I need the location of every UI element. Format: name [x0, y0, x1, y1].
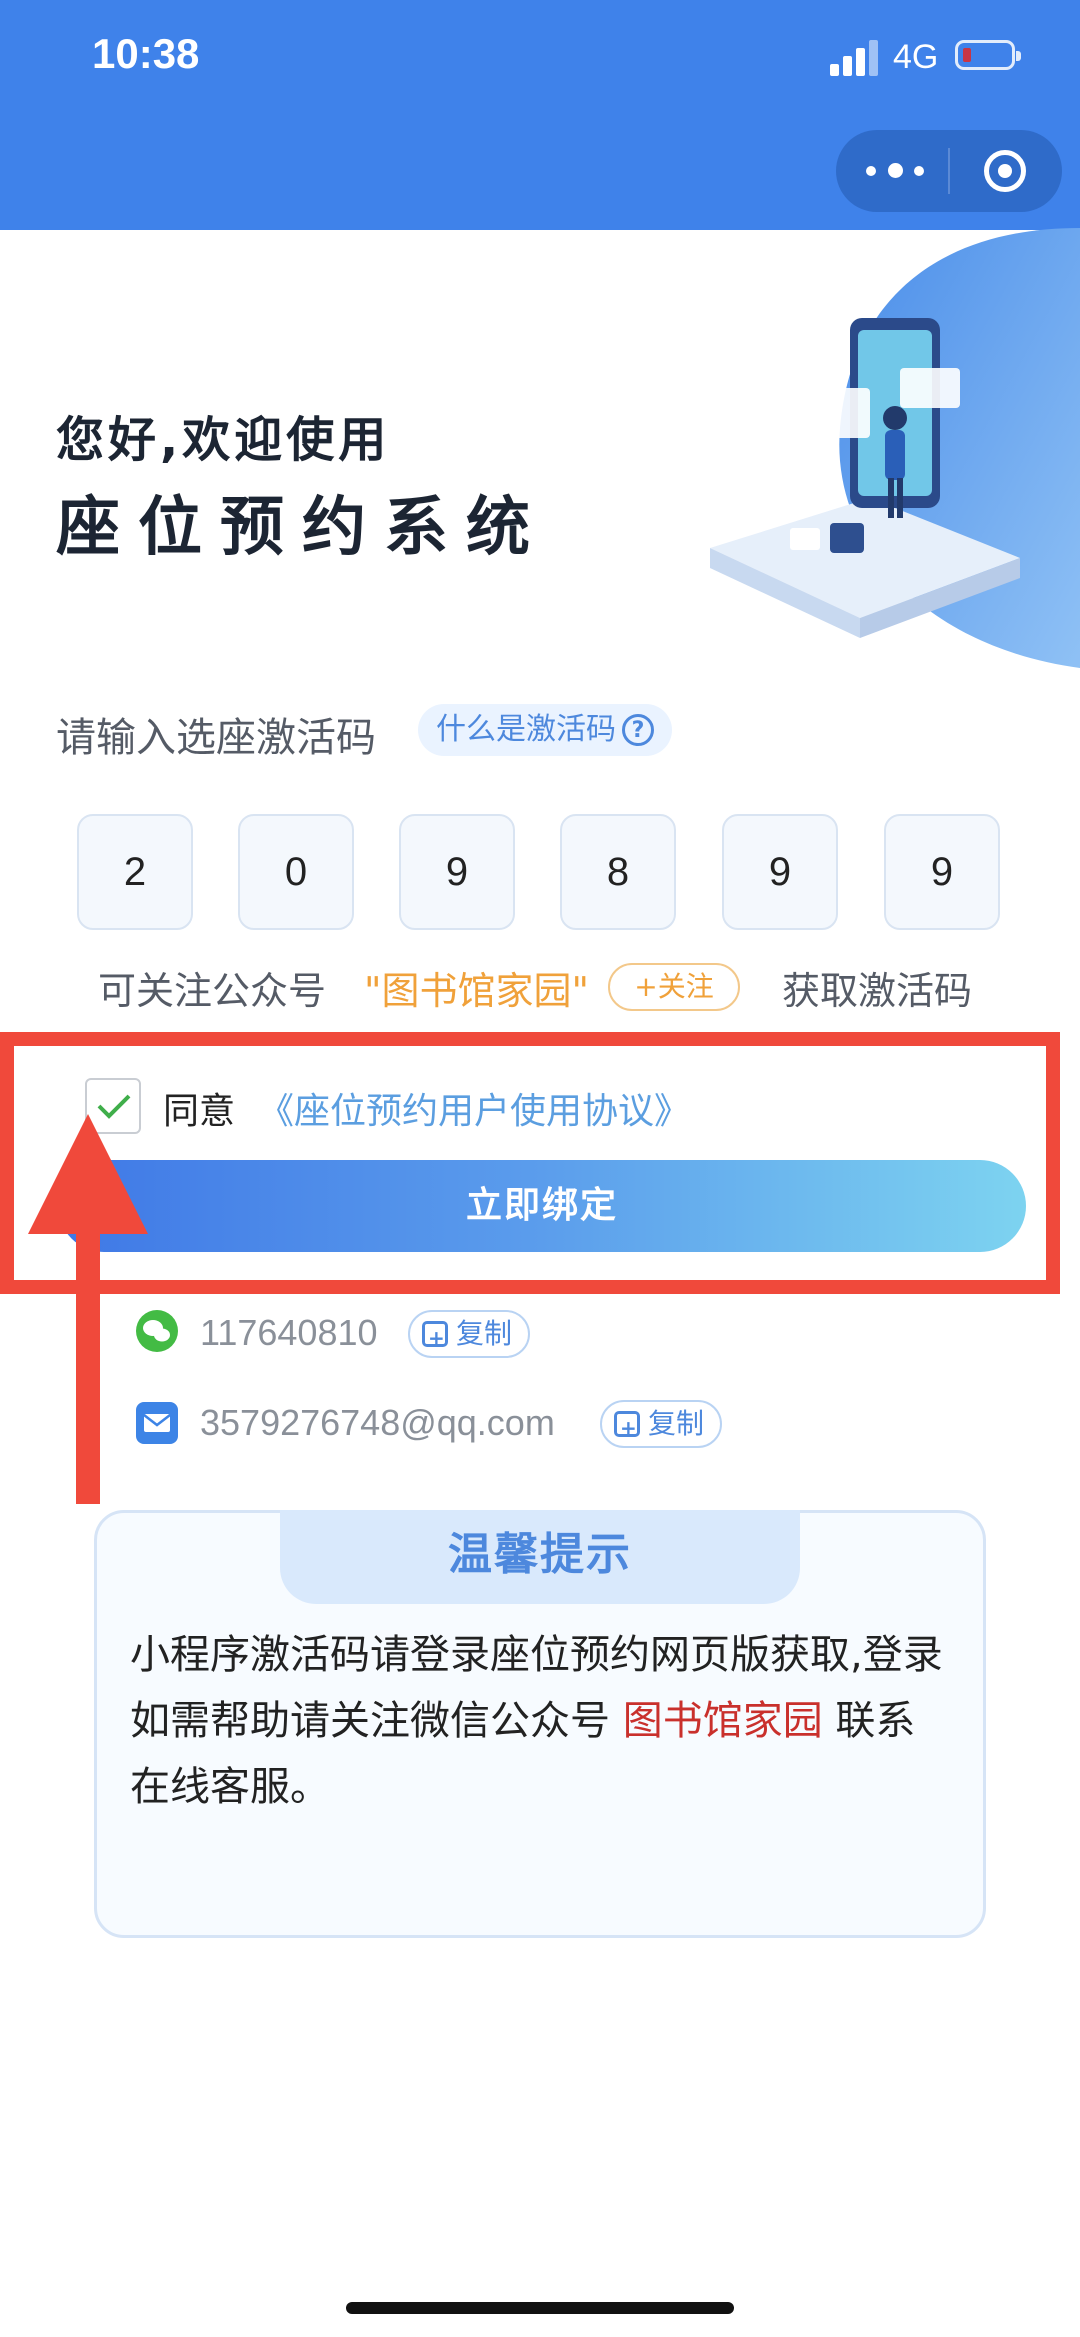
code-digit-4[interactable]: 8	[560, 814, 676, 930]
follow-button[interactable]: +关注	[608, 963, 740, 1011]
signal-icon	[830, 40, 880, 76]
home-indicator	[346, 2302, 734, 2314]
copy-wechat-button[interactable]: 复制	[408, 1310, 531, 1360]
status-time: 10:38	[92, 30, 200, 77]
code-digit-2[interactable]: 0	[238, 814, 354, 930]
copy-icon	[422, 1316, 448, 1360]
mail-icon	[136, 1402, 178, 1444]
network-type: 4G	[893, 38, 939, 76]
what-is-code-label: 什么是激活码	[436, 712, 616, 747]
what-is-code-link[interactable]: 什么是激活码 ?	[418, 704, 672, 756]
more-icon[interactable]	[866, 154, 928, 188]
miniprogram-capsule	[836, 130, 1062, 212]
copy-label: 复制	[648, 1407, 705, 1440]
tips-body: 小程序激活码请登录座位预约网页版获取,登录如需帮助请关注微信公众号 图书馆家园 …	[130, 1622, 950, 1820]
capsule-divider	[948, 148, 950, 194]
tips-title: 温馨提示	[448, 1529, 632, 1580]
copy-icon	[614, 1406, 640, 1450]
code-digit-5[interactable]: 9	[722, 814, 838, 930]
copy-label: 复制	[456, 1317, 513, 1350]
agree-label: 同意	[163, 1091, 236, 1132]
code-digit-3[interactable]: 9	[399, 814, 515, 930]
wechat-icon	[136, 1310, 178, 1352]
get-code-link[interactable]: 获取激活码	[782, 960, 972, 1015]
agreement-link[interactable]: 《座位预约用户使用协议》	[258, 1082, 690, 1134]
close-miniprogram-icon[interactable]	[984, 150, 1026, 192]
bind-button[interactable]: 立即绑定	[58, 1160, 1026, 1252]
battery-icon	[955, 40, 1021, 70]
greeting-line1: 您好,欢迎使用	[56, 412, 391, 468]
activation-prompt: 请输入选座激活码	[56, 715, 376, 761]
question-icon: ?	[622, 714, 654, 746]
code-digit-6[interactable]: 9	[884, 814, 1000, 930]
page-title: 座位预约系统	[56, 491, 548, 565]
tips-account-highlight: 图书馆家园	[622, 1698, 823, 1744]
red-arrow-icon	[28, 1114, 148, 1504]
copy-email-button[interactable]: 复制	[600, 1400, 723, 1450]
wechat-id: 117640810	[200, 1312, 378, 1353]
hero-illustration	[710, 228, 1080, 668]
follow-hint: 可关注公众号	[98, 969, 327, 1013]
email-address: 3579276748@qq.com	[200, 1402, 555, 1443]
official-account-name: "图书馆家园"	[364, 969, 589, 1013]
code-digit-1[interactable]: 2	[77, 814, 193, 930]
